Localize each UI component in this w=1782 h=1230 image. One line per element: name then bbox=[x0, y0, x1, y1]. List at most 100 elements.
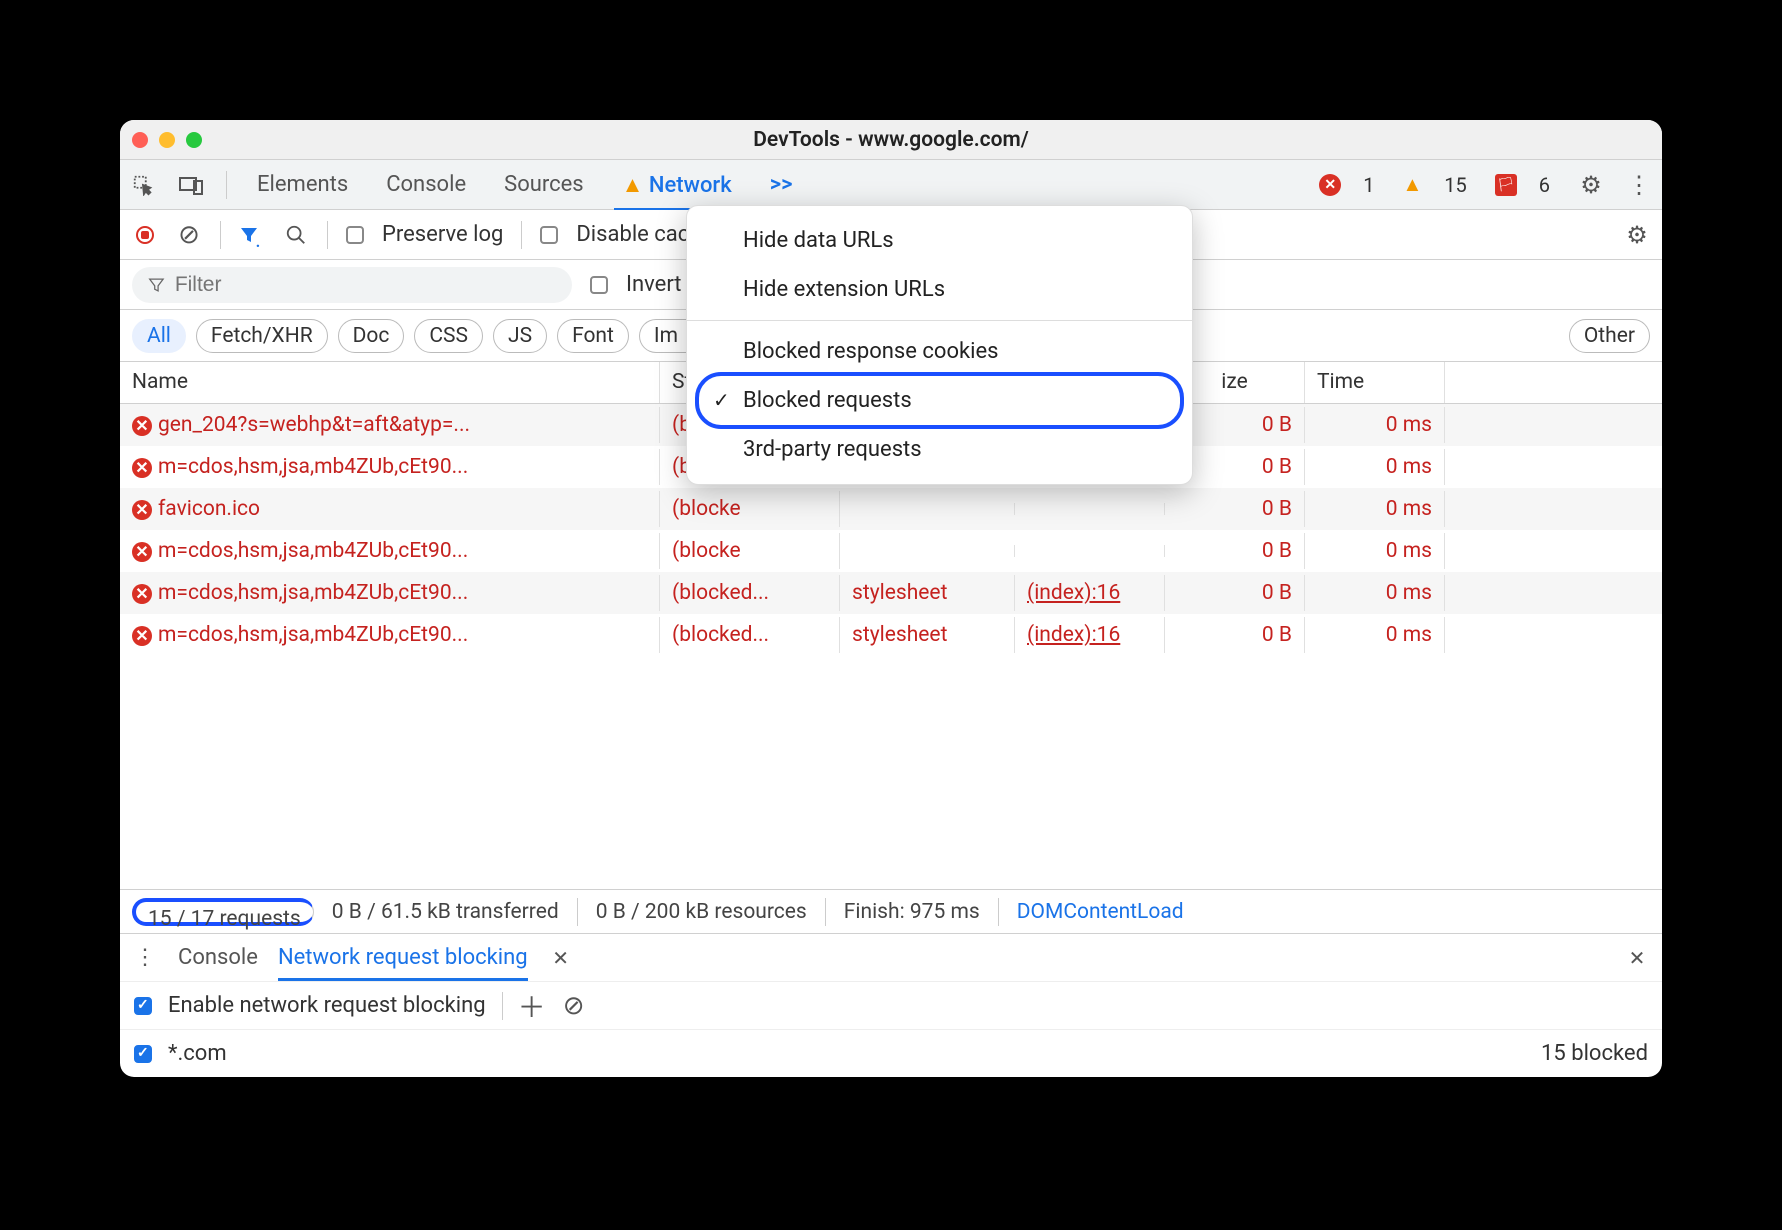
table-row[interactable]: ✕m=cdos,hsm,jsa,mb4ZUb,cEt90... (blocke … bbox=[120, 530, 1662, 572]
cell-name: ✕m=cdos,hsm,jsa,mb4ZUb,cEt90... bbox=[120, 575, 660, 611]
cell-type bbox=[840, 545, 1015, 557]
inspect-icon[interactable] bbox=[130, 172, 156, 198]
transferred: 0 B / 61.5 kB transferred bbox=[314, 898, 578, 926]
invert-checkbox[interactable] bbox=[590, 276, 608, 294]
filter-icon[interactable]: . bbox=[239, 222, 265, 248]
pattern-text: *.com bbox=[168, 1041, 227, 1066]
type-js[interactable]: JS bbox=[493, 319, 547, 353]
cell-name: ✕m=cdos,hsm,jsa,mb4ZUb,cEt90... bbox=[120, 449, 660, 485]
warning-icon[interactable]: ▲ bbox=[1402, 172, 1422, 197]
table-row[interactable]: ✕m=cdos,hsm,jsa,mb4ZUb,cEt90... (blocked… bbox=[120, 572, 1662, 614]
cell-size: 0 B bbox=[1165, 617, 1305, 653]
filter-option[interactable]: Blocked response cookies bbox=[687, 327, 1192, 376]
cell-time: 0 ms bbox=[1305, 449, 1445, 485]
type-all[interactable]: All bbox=[132, 319, 186, 353]
cell-type: stylesheet bbox=[840, 575, 1015, 611]
tab-elements[interactable]: Elements bbox=[249, 172, 356, 197]
cell-status: (blocked... bbox=[660, 617, 840, 653]
clear-patterns-icon[interactable]: ⊘ bbox=[561, 993, 587, 1019]
dom-content-loaded: DOMContentLoad bbox=[999, 898, 1202, 926]
filter-option[interactable]: Hide extension URLs bbox=[687, 265, 1192, 314]
type-img[interactable]: Im bbox=[639, 319, 692, 353]
device-icon[interactable] bbox=[178, 172, 204, 198]
blocked-icon: ✕ bbox=[132, 500, 152, 520]
cell-time: 0 ms bbox=[1305, 491, 1445, 527]
type-css[interactable]: CSS bbox=[414, 319, 483, 353]
filter-input[interactable] bbox=[175, 273, 556, 297]
cell-size: 0 B bbox=[1165, 491, 1305, 527]
record-button[interactable] bbox=[132, 222, 158, 248]
filter-input-wrap[interactable] bbox=[132, 267, 572, 303]
preserve-log-checkbox[interactable] bbox=[346, 226, 364, 244]
request-count: 15 / 17 requests bbox=[132, 898, 314, 926]
cell-size: 0 B bbox=[1165, 533, 1305, 569]
kebab-icon[interactable]: ⋮ bbox=[132, 945, 158, 971]
close-drawer-icon[interactable]: ✕ bbox=[1624, 945, 1650, 971]
titlebar: DevTools - www.google.com/ bbox=[120, 120, 1662, 160]
filter-option[interactable]: Hide data URLs bbox=[687, 216, 1192, 265]
cell-initiator[interactable]: (index):16 bbox=[1015, 575, 1165, 611]
tab-console[interactable]: Console bbox=[378, 172, 474, 197]
enable-blocking-checkbox[interactable] bbox=[134, 997, 152, 1015]
error-badge-icon[interactable]: ✕ bbox=[1319, 174, 1341, 196]
add-pattern-icon[interactable]: ＋ bbox=[519, 993, 545, 1019]
col-time[interactable]: Time bbox=[1305, 362, 1445, 403]
cell-status: (blocke bbox=[660, 533, 840, 569]
search-icon[interactable] bbox=[283, 222, 309, 248]
issues-icon[interactable]: 🏳 bbox=[1495, 174, 1517, 196]
more-tabs-button[interactable]: >> bbox=[762, 172, 801, 197]
blocking-pattern-row[interactable]: *.com 15 blocked bbox=[120, 1029, 1662, 1077]
type-fetch[interactable]: Fetch/XHR bbox=[196, 319, 328, 353]
type-other[interactable]: Other bbox=[1569, 319, 1650, 353]
type-doc[interactable]: Doc bbox=[338, 319, 405, 353]
type-font[interactable]: Font bbox=[557, 319, 629, 353]
warning-count: 15 bbox=[1444, 173, 1466, 197]
blocking-controls: Enable network request blocking ＋ ⊘ bbox=[120, 981, 1662, 1029]
issues-count: 6 bbox=[1539, 173, 1550, 197]
status-bar: 15 / 17 requests 0 B / 61.5 kB transferr… bbox=[120, 889, 1662, 933]
cell-initiator[interactable] bbox=[1015, 503, 1165, 515]
blocked-icon: ✕ bbox=[132, 584, 152, 604]
error-count: 1 bbox=[1363, 173, 1374, 197]
filter-option[interactable]: Blocked requests bbox=[699, 376, 1180, 425]
kebab-icon[interactable]: ⋮ bbox=[1626, 172, 1652, 198]
tab-sources[interactable]: Sources bbox=[496, 172, 592, 197]
blocked-icon: ✕ bbox=[132, 458, 152, 478]
table-row[interactable]: ✕favicon.ico (blocke 0 B 0 ms bbox=[120, 488, 1662, 530]
cell-time: 0 ms bbox=[1305, 575, 1445, 611]
finish-time: Finish: 975 ms bbox=[826, 898, 999, 926]
cell-type bbox=[840, 503, 1015, 515]
cell-initiator[interactable] bbox=[1015, 545, 1165, 557]
cell-time: 0 ms bbox=[1305, 407, 1445, 443]
panel-tabs: Elements Console Sources ▲ Network >> ✕1… bbox=[120, 160, 1662, 210]
cell-initiator[interactable]: (index):16 bbox=[1015, 617, 1165, 653]
filter-option[interactable]: 3rd-party requests bbox=[687, 425, 1192, 474]
cell-time: 0 ms bbox=[1305, 533, 1445, 569]
cell-name: ✕gen_204?s=webhp&t=aft&atyp=... bbox=[120, 407, 660, 443]
divider bbox=[226, 171, 227, 199]
more-filters-popup: Hide data URLsHide extension URLs Blocked… bbox=[686, 205, 1193, 485]
cell-name: ✕m=cdos,hsm,jsa,mb4ZUb,cEt90... bbox=[120, 533, 660, 569]
close-icon[interactable]: ✕ bbox=[548, 945, 574, 971]
col-name[interactable]: Name bbox=[120, 362, 660, 403]
invert-label: Invert bbox=[626, 272, 682, 297]
gear-icon[interactable]: ⚙ bbox=[1624, 222, 1650, 248]
clear-icon[interactable]: ⊘ bbox=[176, 222, 202, 248]
warning-icon: ▲ bbox=[622, 173, 649, 198]
resources: 0 B / 200 kB resources bbox=[578, 898, 826, 926]
table-row[interactable]: ✕m=cdos,hsm,jsa,mb4ZUb,cEt90... (blocked… bbox=[120, 614, 1662, 656]
gear-icon[interactable]: ⚙ bbox=[1578, 172, 1604, 198]
drawer-tab-console[interactable]: Console bbox=[178, 945, 258, 970]
disable-cache-checkbox[interactable] bbox=[540, 226, 558, 244]
cell-status: (blocke bbox=[660, 491, 840, 527]
enable-blocking-label: Enable network request blocking bbox=[168, 993, 486, 1018]
blocked-icon: ✕ bbox=[132, 416, 152, 436]
drawer-tabs: ⋮ Console Network request blocking ✕ ✕ bbox=[120, 933, 1662, 981]
pattern-checkbox[interactable] bbox=[134, 1045, 152, 1063]
blocked-count: 15 blocked bbox=[1541, 1041, 1648, 1066]
funnel-icon bbox=[148, 276, 165, 294]
cell-time: 0 ms bbox=[1305, 617, 1445, 653]
cell-name: ✕favicon.ico bbox=[120, 491, 660, 527]
drawer-tab-blocking[interactable]: Network request blocking bbox=[278, 945, 528, 981]
cell-type: stylesheet bbox=[840, 617, 1015, 653]
